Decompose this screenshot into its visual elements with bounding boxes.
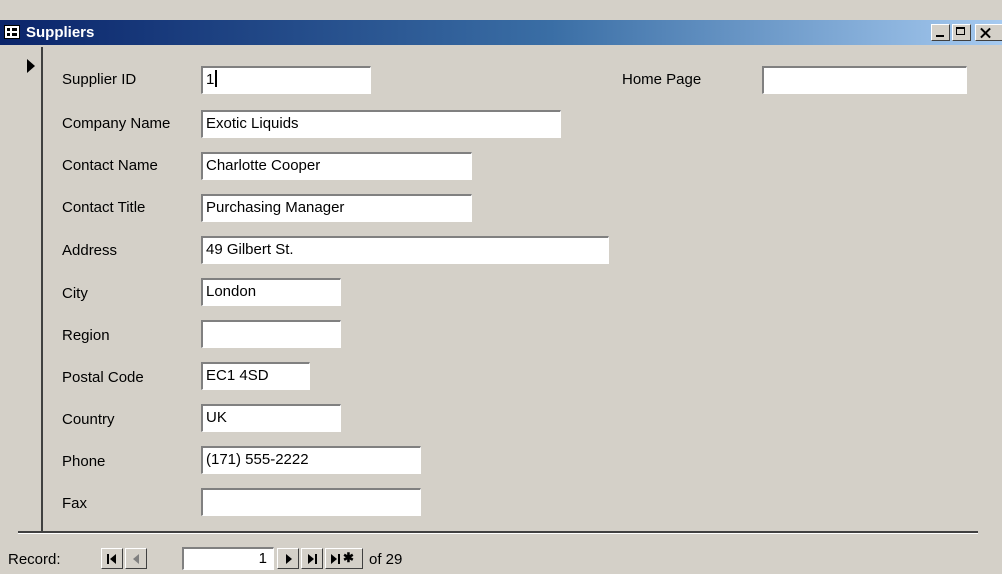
current-record-field[interactable]: 1 <box>182 547 274 570</box>
last-record-icon <box>308 554 314 564</box>
region-label: Region <box>62 327 110 344</box>
postal-code-field[interactable]: EC1 4SD <box>201 362 310 390</box>
country-label: Country <box>62 411 115 428</box>
new-record-icon <box>331 554 337 564</box>
phone-field[interactable]: (171) 555-2222 <box>201 446 421 474</box>
address-label: Address <box>62 242 118 259</box>
form-footer-divider <box>18 531 978 534</box>
minimize-icon[interactable] <box>931 24 950 41</box>
city-label: City <box>62 285 88 302</box>
phone-label: Phone <box>62 453 106 470</box>
region-field[interactable] <box>201 320 341 348</box>
country-field[interactable]: UK <box>201 404 341 432</box>
previous-record-button[interactable] <box>125 548 147 569</box>
contact-title-label: Contact Title <box>62 199 146 216</box>
suppliers-form-window: Suppliers Supplier ID 1 Home Page Compan… <box>0 0 1002 574</box>
record-selector[interactable] <box>18 47 43 532</box>
company-name-field[interactable]: Exotic Liquids <box>201 110 561 138</box>
contact-name-label: Contact Name <box>62 157 158 174</box>
contact-name-field[interactable]: Charlotte Cooper <box>201 152 472 180</box>
last-record-button[interactable] <box>301 548 323 569</box>
home-page-label: Home Page <box>622 71 702 88</box>
text-caret <box>215 70 218 88</box>
fax-label: Fax <box>62 495 88 512</box>
record-label: Record: <box>8 551 61 568</box>
form-icon[interactable] <box>4 25 20 39</box>
previous-record-icon <box>133 554 139 564</box>
record-count: of 29 <box>369 551 403 568</box>
supplier-id-label: Supplier ID <box>62 71 137 88</box>
next-record-button[interactable] <box>277 548 299 569</box>
last-record-bar <box>315 554 317 564</box>
fax-field[interactable] <box>201 488 421 516</box>
window-title: Suppliers <box>26 24 95 41</box>
city-field[interactable]: London <box>201 278 341 306</box>
supplier-id-field[interactable]: 1 <box>201 66 371 94</box>
first-record-icon <box>107 554 109 564</box>
contact-title-field[interactable]: Purchasing Manager <box>201 194 472 222</box>
current-record-arrow-icon <box>27 59 35 73</box>
home-page-field[interactable] <box>762 66 967 94</box>
address-field[interactable]: 49 Gilbert St. <box>201 236 609 264</box>
first-record-arrow <box>110 554 116 564</box>
new-record-button[interactable]: ✱ <box>325 548 363 569</box>
postal-code-label: Postal Code <box>62 369 144 386</box>
new-record-bar <box>338 554 340 564</box>
maximize-icon[interactable] <box>952 24 971 41</box>
title-bar[interactable]: Suppliers <box>0 20 1002 45</box>
close-icon[interactable] <box>975 24 1002 41</box>
company-name-label: Company Name <box>62 115 171 132</box>
next-record-icon <box>286 554 292 564</box>
first-record-button[interactable] <box>101 548 123 569</box>
new-record-star: ✱ <box>343 550 354 565</box>
